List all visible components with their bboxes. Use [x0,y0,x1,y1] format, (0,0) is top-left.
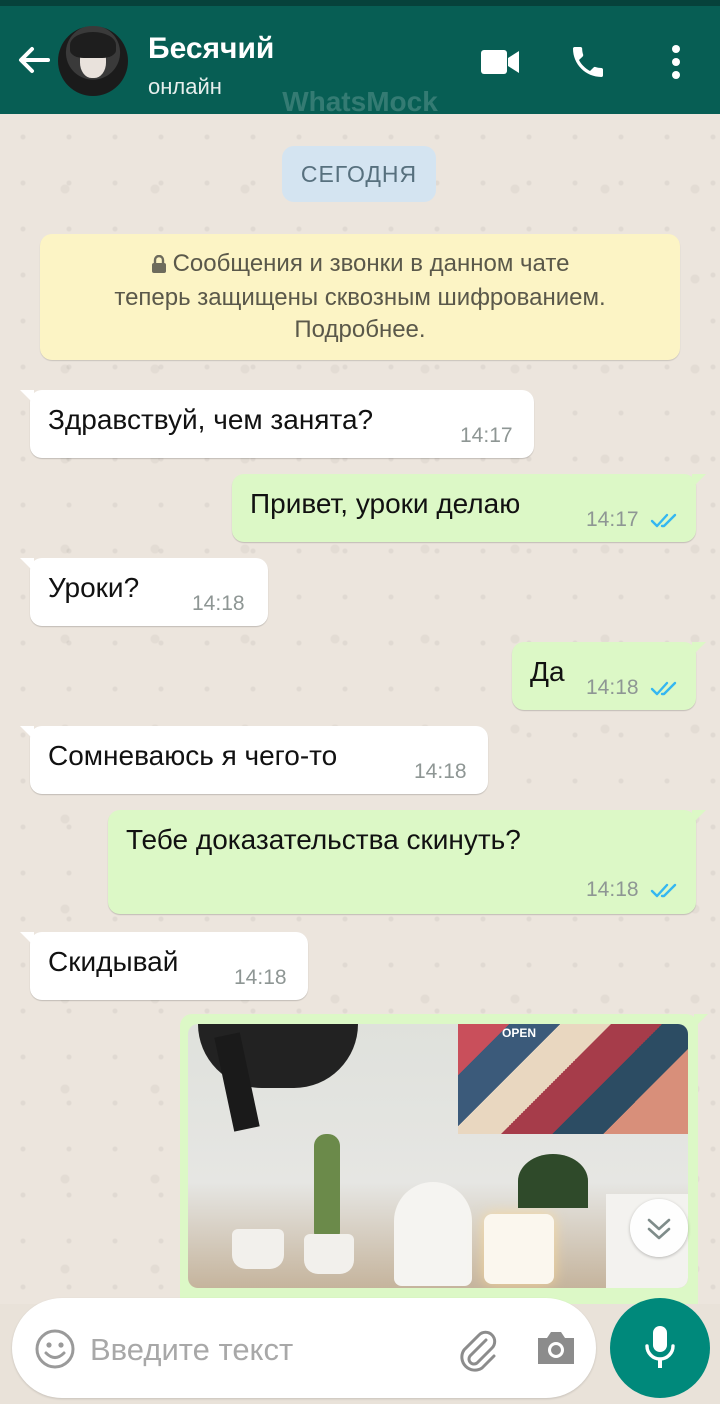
message-time: 14:17 [586,508,639,531]
emoji-icon[interactable] [34,1328,76,1370]
message-outgoing[interactable]: Да 14:18 [512,642,706,710]
message-outgoing[interactable]: Привет, уроки делаю 14:17 [232,474,706,542]
message-incoming[interactable]: Здравствуй, чем занята? 14:17 [20,390,534,458]
phone-call-icon[interactable] [568,42,608,82]
chat-area[interactable]: СЕГОДНЯ Сообщения и звонки в данном чате… [0,114,720,1304]
message-text: Тебе доказательства скинуть? [126,824,521,855]
read-ticks-icon [650,513,677,528]
attach-icon[interactable] [454,1326,500,1372]
lock-icon [151,250,167,282]
message-incoming[interactable]: Скидывай 14:18 [20,932,308,1000]
message-text: Уроки? [48,572,140,603]
message-text: Здравствуй, чем занята? [48,404,374,435]
message-input[interactable]: Введите текст [90,1332,293,1368]
message-time: 14:18 [192,592,245,615]
read-ticks-icon [650,681,677,696]
message-incoming[interactable]: Уроки? 14:18 [20,558,268,626]
message-text: Привет, уроки делаю [250,488,521,519]
video-call-icon[interactable] [480,48,520,76]
message-time: 14:18 [586,878,639,901]
notice-line-2: теперь защищены сквозным шифрованием. [114,284,606,311]
message-input-bar[interactable]: Введите текст [12,1298,596,1398]
encryption-notice[interactable]: Сообщения и звонки в данном чате теперь … [40,234,680,360]
back-arrow-icon[interactable] [14,40,54,80]
contact-name[interactable]: Бесячий [148,32,274,66]
message-incoming[interactable]: Сомневаюсь я чего-то 14:18 [20,726,488,794]
photo-collage: OPEN [458,1024,688,1134]
message-time: 14:17 [460,424,513,447]
chevron-double-down-icon [647,1218,671,1240]
mic-button[interactable] [610,1298,710,1398]
message-time: 14:18 [414,760,467,783]
photo-candle [484,1214,554,1284]
more-vert-icon[interactable] [668,44,684,80]
photo-pot [304,1234,354,1274]
message-time: 14:18 [234,966,287,989]
mic-icon [645,1326,675,1368]
message-photo[interactable]: OPEN [188,1024,688,1288]
chat-header: Бесячий онлайн WhatsMock [0,6,720,117]
photo-plant [518,1154,588,1208]
notice-line-1: Сообщения и звонки в данном чате [172,250,570,277]
photo-pot [232,1229,284,1269]
message-text: Скидывай [48,946,179,977]
read-ticks-icon [650,883,677,898]
photo-cactus [314,1134,340,1244]
message-outgoing[interactable]: Тебе доказательства скинуть? 14:18 [108,810,706,914]
message-text: Да [530,656,565,687]
message-time: 14:18 [586,676,639,699]
collage-label: OPEN [502,1026,537,1040]
date-separator: СЕГОДНЯ [282,146,436,202]
camera-icon[interactable] [534,1328,578,1368]
message-text: Сомневаюсь я чего-то [48,740,338,771]
scroll-down-button[interactable] [630,1199,688,1257]
photo-burner [394,1182,472,1286]
notice-line-3[interactable]: Подробнее. [40,314,680,346]
